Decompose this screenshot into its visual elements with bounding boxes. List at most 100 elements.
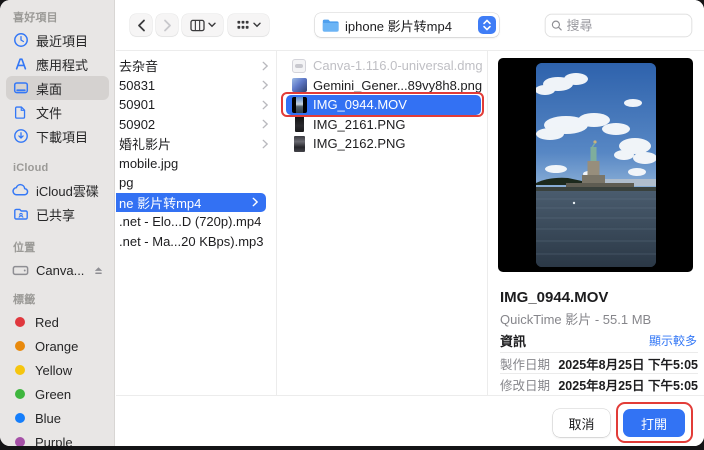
file-browser: 去杂音 50831 50901 50902 婚礼影片 mobile.jpg pg… [116,51,704,395]
file-row-disabled: Canva-1.116.0-universal.dmg [278,56,487,76]
info-row-created: 製作日期 2025年8月25日 下午5:05 [500,357,698,372]
tag-label: Orange [35,338,79,354]
video-thumbnail-icon [291,96,307,113]
column-view-icon [189,19,205,31]
sidebar-item-icloud-drive[interactable]: iCloud雲碟 [0,178,114,202]
file-row[interactable]: IMG_2161.PNG [278,115,487,135]
sidebar-item-label: iCloud雲碟 [36,183,99,199]
search-icon [551,20,562,31]
chevron-right-icon [262,80,268,90]
cloud-icon [12,182,29,199]
sidebar-item-label: 下載項目 [36,129,89,145]
file-row[interactable]: .net - Elo...D (720p).mp4 [116,212,276,232]
chevron-down-icon [207,22,216,28]
show-more-link[interactable]: 顯示較多 [649,332,697,349]
open-button[interactable]: 打開 [623,409,685,437]
sidebar-section-locations: 位置 [13,242,36,254]
tag-label: Blue [35,410,62,426]
sidebar-tag-purple[interactable]: Purple [0,430,114,446]
sidebar-item-canva-volume[interactable]: Canva... [0,258,114,282]
sidebar-item-label: 桌面 [36,81,63,97]
preview-pane: IMG_0944.MOV QuickTime 影片 - 55.1 MB 資訊 顯… [488,51,704,395]
sidebar-item-label: Canva... [36,262,85,278]
chevron-right-icon [262,139,268,149]
sidebar-section-favorites: 喜好項目 [13,12,58,24]
image-thumbnail-icon [291,135,307,152]
file-row-selected[interactable]: IMG_0944.MOV [286,95,481,115]
statue-of-liberty-preview-image [536,63,656,267]
file-row[interactable]: pg [116,173,276,193]
sidebar-tag-green[interactable]: Green [0,382,114,406]
file-row[interactable]: mobile.jpg [116,154,276,174]
image-thumbnail-icon [291,77,307,93]
search-input[interactable] [566,18,686,33]
folder-row[interactable]: 50902 [116,115,276,135]
blue-tag-icon [15,413,25,423]
sidebar-item-downloads[interactable]: 下載項目 [0,124,114,148]
document-icon [12,104,29,121]
green-tag-icon [15,389,25,399]
sidebar-tag-red[interactable]: Red [0,310,114,334]
group-by-button[interactable] [228,14,269,36]
folder-row[interactable]: 50901 [116,95,276,115]
sidebar-tag-orange[interactable]: Orange [0,334,114,358]
sidebar-item-desktop[interactable]: 桌面 [6,76,109,100]
forward-button[interactable] [156,14,178,36]
sidebar: 喜好項目 最近項目 應用程式 桌面 文件 下載項目 iCloud iCloud雲… [0,0,115,446]
sidebar-item-shared[interactable]: 已共享 [0,202,114,226]
red-tag-icon [15,317,25,327]
sidebar-item-label: 最近項目 [36,33,89,49]
sidebar-item-applications[interactable]: 應用程式 [0,52,114,76]
video-preview-frame[interactable] [498,58,693,272]
back-button[interactable] [130,14,152,36]
folder-row[interactable]: 50831 [116,76,276,96]
info-heading: 資訊 [500,334,527,349]
orange-tag-icon [15,341,25,351]
tag-label: Purple [35,434,73,447]
file-row[interactable]: IMG_2162.PNG [278,134,487,154]
tag-label: Yellow [35,362,73,378]
location-popup[interactable]: iphone 影片转mp4 [315,13,499,37]
image-thumbnail-icon [291,116,307,133]
purple-tag-icon [15,437,25,446]
popup-stepper-icon [478,16,496,34]
file-row[interactable]: .net - Ma...20 KBps).mp3 [116,232,276,252]
sidebar-tag-yellow[interactable]: Yellow [0,358,114,382]
dmg-file-icon [291,58,307,74]
sidebar-section-icloud: iCloud [13,162,49,174]
folder-row-selected[interactable]: ne 影片转mp4 [116,192,266,212]
info-row-modified: 修改日期 2025年8月25日 下午5:05 [500,378,698,393]
chevron-right-icon [262,100,268,110]
folder-row[interactable]: 去杂音 [116,56,276,76]
chevron-right-icon [262,119,268,129]
sidebar-section-tags: 標籤 [13,294,36,306]
chevron-down-icon [253,22,261,28]
browser-column-parent: 去杂音 50831 50901 50902 婚礼影片 mobile.jpg pg… [116,51,277,395]
clock-icon [12,32,29,49]
search-field[interactable] [545,14,692,37]
sidebar-item-label: 文件 [36,105,63,121]
shared-folder-icon [12,206,29,223]
sidebar-item-recents[interactable]: 最近項目 [0,28,114,52]
toolbar: iphone 影片转mp4 [116,0,704,51]
external-drive-icon [12,262,29,279]
dialog-footer: 取消 打開 [116,395,704,446]
cancel-button[interactable]: 取消 [553,409,610,437]
folder-row[interactable]: 婚礼影片 [116,134,276,154]
file-row[interactable]: Gemini_Gener...89vy8h8.png [278,76,487,96]
apps-icon [12,56,29,73]
sidebar-tag-blue[interactable]: Blue [0,406,114,430]
eject-icon[interactable] [93,265,104,276]
grouping-icon [237,20,249,29]
tag-label: Red [35,314,59,330]
current-folder-label: iphone 影片转mp4 [345,18,452,34]
preview-file-name: IMG_0944.MOV [500,289,609,306]
dialog-main: iphone 影片转mp4 去杂音 50831 [116,0,704,446]
tag-label: Green [35,386,72,402]
view-mode-button[interactable] [182,14,223,36]
chevron-left-icon [137,19,145,31]
sidebar-item-documents[interactable]: 文件 [0,100,114,124]
folder-icon [322,19,339,32]
chevron-right-icon [262,61,268,71]
sidebar-item-label: 已共享 [36,207,76,223]
